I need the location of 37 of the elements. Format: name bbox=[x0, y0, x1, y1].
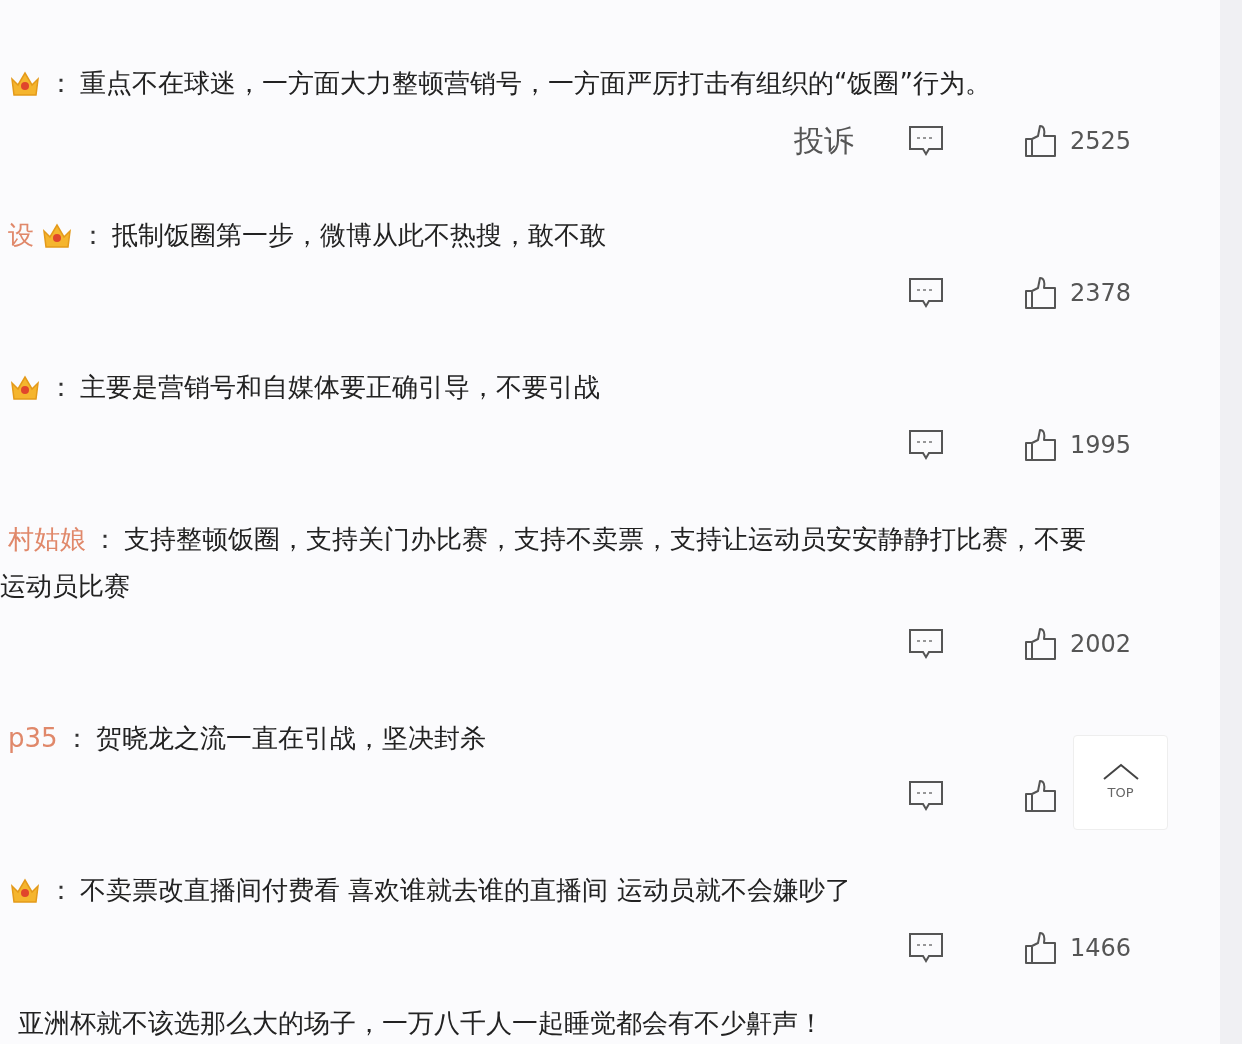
comment-icon[interactable] bbox=[908, 428, 944, 461]
thumbs-up-icon[interactable] bbox=[1024, 275, 1058, 310]
comment-text: 贺晓龙之流一直在引战，坚决封杀 bbox=[95, 722, 486, 755]
comment-icon[interactable] bbox=[908, 124, 944, 157]
thumbs-up-icon[interactable] bbox=[1024, 427, 1058, 462]
comment-text: 主要是营销号和自媒体要正确引导，不要引战 bbox=[80, 371, 600, 404]
comment-icon[interactable] bbox=[908, 627, 944, 660]
comment-icon[interactable] bbox=[908, 779, 944, 812]
colon-separator: ： bbox=[80, 219, 106, 252]
comment-text: 不卖票改直播间付费看 喜欢谁就去谁的直播间 运动员就不会嫌吵了 bbox=[80, 874, 851, 907]
thumbs-up-icon[interactable] bbox=[1024, 778, 1058, 813]
username[interactable]: 村姑娘 bbox=[8, 520, 86, 559]
colon-separator: ： bbox=[48, 874, 74, 907]
comment-text: 支持整顿饭圈，支持关门办比赛，支持不卖票，支持让运动员安安静静打比赛，不要 bbox=[124, 523, 1086, 556]
like-count: 2002 bbox=[1070, 628, 1130, 660]
colon-separator: ： bbox=[63, 722, 90, 755]
thumbs-up-icon[interactable] bbox=[1024, 123, 1058, 158]
comment-text: 重点不在球迷，一方面大力整顿营销号，一方面严厉打击有组织的“饭圈”行为。 bbox=[80, 67, 991, 100]
like-count: 2525 bbox=[1070, 125, 1130, 157]
colon-separator: ： bbox=[92, 523, 118, 556]
comment-icon[interactable] bbox=[908, 276, 944, 309]
comment-text: 抵制饭圈第一步，微博从此不热搜，敢不敢 bbox=[112, 219, 606, 252]
like-count: 1995 bbox=[1070, 429, 1130, 461]
like-count: 2378 bbox=[1070, 277, 1130, 309]
like-count: 1466 bbox=[1070, 932, 1130, 964]
username[interactable]: 设 bbox=[8, 216, 34, 255]
colon-separator: ： bbox=[48, 371, 74, 404]
username[interactable]: p35 bbox=[8, 719, 58, 758]
comment-icon[interactable] bbox=[908, 931, 944, 964]
thumbs-up-icon[interactable] bbox=[1024, 626, 1058, 661]
chevron-up-icon bbox=[1101, 762, 1140, 781]
comment-text: 亚洲杯就不该选那么大的场子，一万八千人一起睡觉都会有不少鼾声！ bbox=[18, 1007, 824, 1040]
thumbs-up-icon[interactable] bbox=[1024, 930, 1058, 965]
colon-separator: ： bbox=[48, 67, 74, 100]
report-link[interactable]: 投诉 bbox=[794, 118, 854, 163]
back-to-top-button[interactable]: TOP bbox=[1073, 735, 1168, 830]
comment-text: 运动员比赛 bbox=[0, 570, 130, 603]
